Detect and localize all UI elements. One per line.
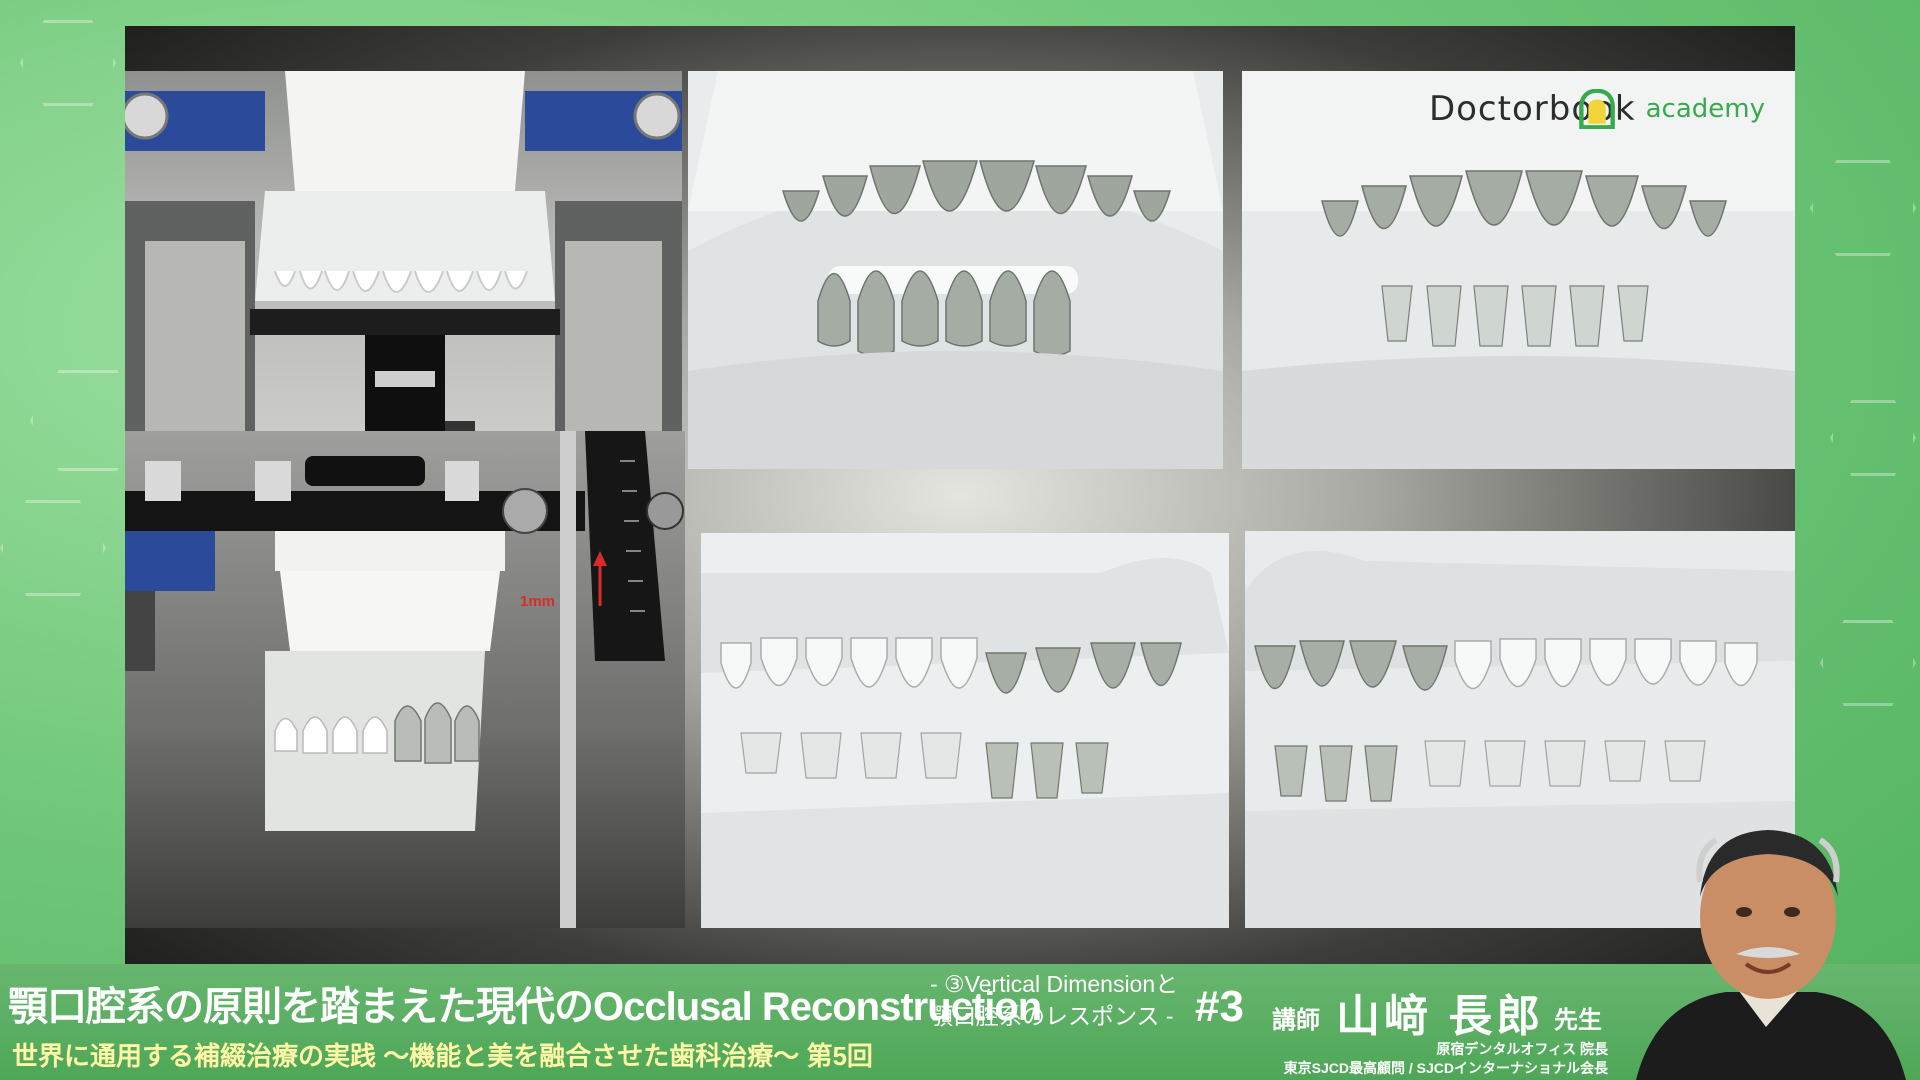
chapter-title-line2: 顎口腔系のレスポンス -: [930, 1003, 1174, 1029]
lecturer-name: 山﨑 長郎: [1336, 992, 1545, 1041]
chapter-title-line1: - ③Vertical Dimensionと: [930, 971, 1179, 997]
cast-frontal-closed-photo: Doctorbook academy: [1242, 71, 1795, 469]
shield-pin-icon: [1579, 89, 1615, 129]
cast-frontal-open-photo: [688, 71, 1223, 469]
lecturer-honorific: 先生: [1554, 1007, 1602, 1034]
hexagon-decoration: [0, 500, 106, 596]
course-title: 顎口腔系の原則を踏まえた現代のOcclusal Reconstruction: [8, 985, 1042, 1029]
series-subtitle: 世界に通用する補綴治療の実践 ～機能と美を融合させた歯科治療～ 第5回: [12, 1041, 873, 1071]
lecturer-portrait: [1616, 812, 1920, 1080]
hexagon-decoration: [20, 20, 116, 106]
chapter-title: - ③Vertical Dimensionと 顎口腔系のレスポンス -: [930, 968, 1178, 1032]
lecturer-affiliation: 原宿デンタルオフィス 院長: [1436, 1041, 1608, 1057]
articulator-side-photo: 1mm: [125, 431, 685, 928]
measurement-label: 1mm: [520, 593, 556, 610]
video-frame: Doctorbook academy 1mm 顎口腔系の原則を踏まえた現代のOc…: [0, 0, 1920, 1080]
hexagon-decoration: [1830, 400, 1916, 476]
articulator-front-photo: [125, 71, 682, 469]
lecturer-affiliation-2: 東京SJCD最高顧問 / SJCDインターナショナル会長: [1283, 1060, 1608, 1076]
hexagon-decoration: [1810, 160, 1916, 256]
lecture-slide: Doctorbook academy 1mm: [125, 26, 1795, 964]
cast-right-lateral-photo: [701, 533, 1229, 928]
lecturer-label: 講師: [1272, 1007, 1320, 1034]
episode-number: #3: [1195, 982, 1244, 1031]
doctorbook-logo: Doctorbook academy: [1429, 89, 1765, 129]
hexagon-decoration: [1820, 620, 1916, 706]
